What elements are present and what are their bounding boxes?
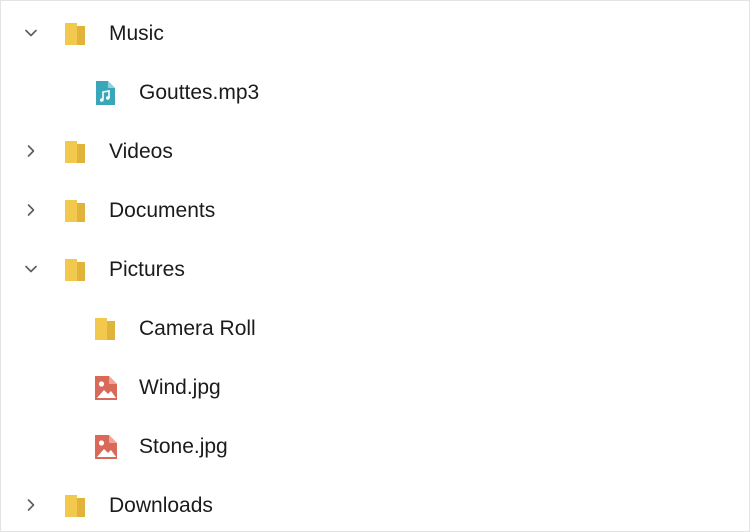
chevron-right-icon[interactable]: [19, 198, 43, 222]
folder-icon: [63, 20, 89, 48]
tree-item-gouttes-mp3[interactable]: Gouttes.mp3: [1, 63, 749, 122]
tree-item-label: Videos: [109, 140, 173, 163]
audio-file-icon: [93, 79, 119, 107]
tree-item-label: Music: [109, 22, 164, 45]
tree-item-label: Documents: [109, 199, 216, 222]
chevron-right-icon[interactable]: [19, 493, 43, 517]
tree-item-stone-jpg[interactable]: Stone.jpg: [1, 417, 749, 476]
folder-icon: [63, 197, 89, 225]
tree-item-pictures[interactable]: Pictures: [1, 240, 749, 299]
tree-item-label: Gouttes.mp3: [139, 81, 260, 104]
tree-item-label: Stone.jpg: [139, 435, 228, 458]
tree-item-downloads[interactable]: Downloads: [1, 476, 749, 532]
tree-view: Music Gouttes.mp3 Videos Documents Pictu…: [0, 0, 750, 532]
folder-icon: [63, 492, 89, 520]
image-file-icon: [93, 374, 119, 402]
tree-item-label: Wind.jpg: [139, 376, 221, 399]
tree-item-videos[interactable]: Videos: [1, 122, 749, 181]
tree-item-music[interactable]: Music: [1, 4, 749, 63]
folder-icon: [93, 315, 119, 343]
tree-item-label: Downloads: [109, 494, 213, 517]
chevron-down-icon[interactable]: [19, 257, 43, 281]
tree-item-camera-roll[interactable]: Camera Roll: [1, 299, 749, 358]
tree-item-label: Camera Roll: [139, 317, 256, 340]
chevron-right-icon[interactable]: [19, 139, 43, 163]
tree-item-label: Pictures: [109, 258, 185, 281]
folder-icon: [63, 138, 89, 166]
chevron-down-icon[interactable]: [19, 21, 43, 45]
folder-icon: [63, 256, 89, 284]
tree-item-documents[interactable]: Documents: [1, 181, 749, 240]
image-file-icon: [93, 433, 119, 461]
tree-item-wind-jpg[interactable]: Wind.jpg: [1, 358, 749, 417]
